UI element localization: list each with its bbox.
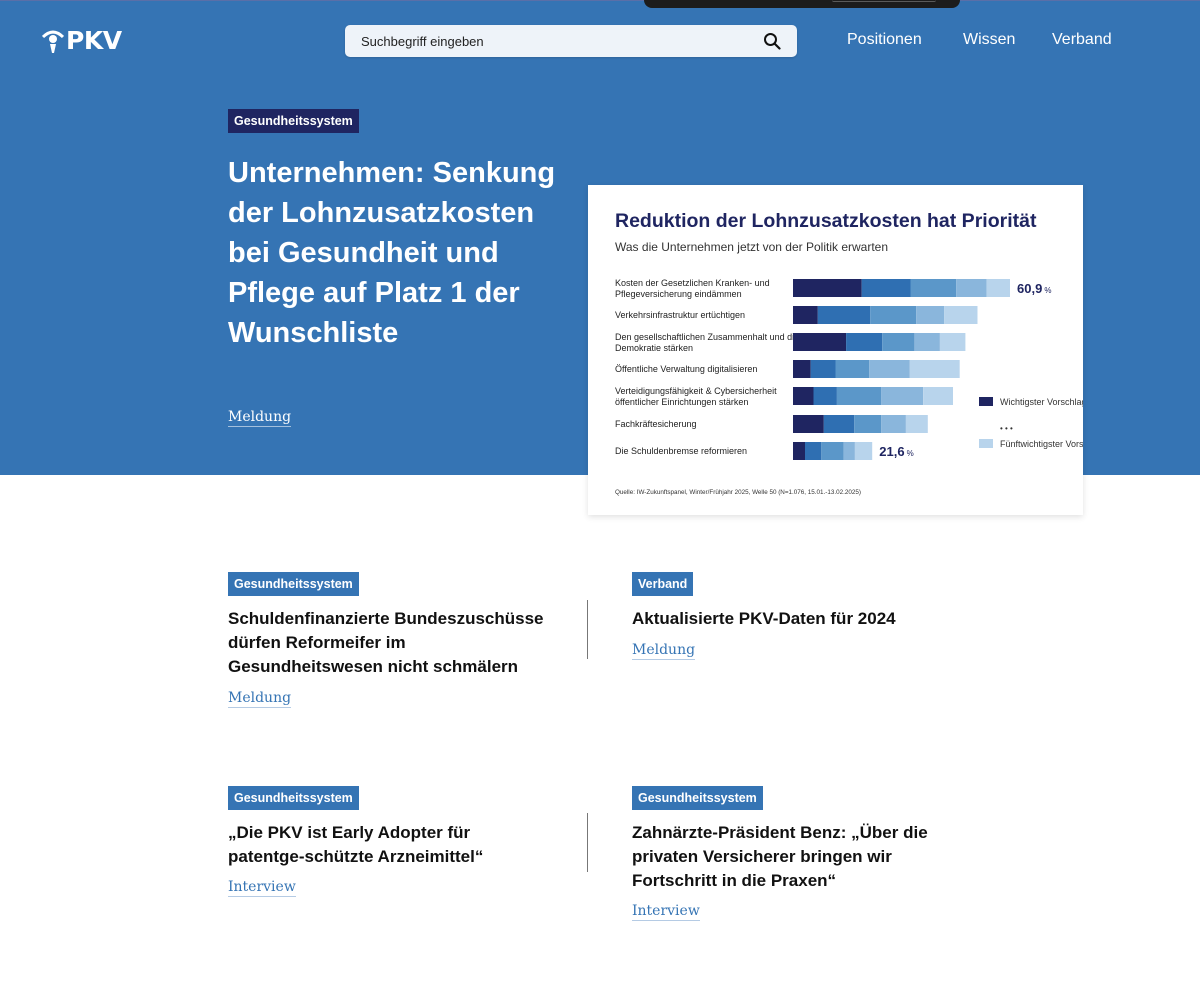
chart-image[interactable]: Reduktion der Lohnzusatzkosten hat Prior… bbox=[588, 185, 1083, 515]
card-2-title[interactable]: Aktualisierte PKV-Daten für 2024 bbox=[632, 607, 952, 631]
top-border bbox=[0, 0, 1200, 1]
browser-overlay-tab bbox=[644, 0, 960, 8]
chart-bar-segment bbox=[810, 360, 836, 378]
legend-ellipsis: • • • bbox=[1000, 424, 1013, 433]
chart-category-label: Öffentliche Verwaltung digitalisieren bbox=[615, 364, 757, 374]
card-2-link[interactable]: Meldung bbox=[632, 642, 696, 660]
nav-item-positionen[interactable]: Positionen bbox=[847, 31, 922, 49]
chart-value-label: 60,9% bbox=[1017, 281, 1051, 296]
chart-bar-segment bbox=[956, 279, 987, 297]
search-input[interactable]: Suchbegriff eingeben bbox=[361, 34, 763, 49]
chart-bar-segment bbox=[793, 387, 814, 405]
chart-category-label: Kosten der Gesetzlichen Kranken- und Pfle… bbox=[615, 278, 770, 299]
chart-bar-segment bbox=[823, 415, 855, 433]
chart-bar-segment bbox=[944, 306, 978, 324]
legend-label-top: Wichtigster Vorschlag bbox=[1000, 397, 1083, 407]
chart-svg: Reduktion der Lohnzusatzkosten hat Prior… bbox=[615, 210, 1083, 496]
chart-bar-segment bbox=[793, 415, 824, 433]
card-divider bbox=[587, 600, 588, 659]
card-3-badge[interactable]: Gesundheitssystem bbox=[228, 786, 359, 810]
card-1-link[interactable]: Meldung bbox=[228, 690, 292, 708]
chart-bar-segment bbox=[813, 387, 837, 405]
nav-item-verband[interactable]: Verband bbox=[1052, 31, 1112, 49]
chart-bar-segment bbox=[846, 333, 883, 351]
chart-bar-segment bbox=[793, 306, 818, 324]
card-4-badge[interactable]: Gesundheitssystem bbox=[632, 786, 763, 810]
chart-bar-segment bbox=[986, 279, 1010, 297]
card-3-title[interactable]: „Die PKV ist Early Adopter für patentge-… bbox=[228, 821, 548, 869]
chart-category-label: Die Schuldenbremse reformieren bbox=[615, 446, 747, 456]
card-4-title[interactable]: Zahnärzte-Präsident Benz: „Über die priv… bbox=[632, 821, 952, 893]
search-icon[interactable] bbox=[763, 32, 781, 50]
chart-bar-segment bbox=[793, 442, 805, 460]
card-3-link[interactable]: Interview bbox=[228, 879, 296, 897]
nav-item-wissen[interactable]: Wissen bbox=[963, 31, 1015, 49]
chart-subtitle: Was die Unternehmen jetzt von der Politi… bbox=[615, 240, 888, 254]
legend-label-bottom: Fünftwichtigster Vorschlag bbox=[1000, 439, 1083, 449]
hero-type-link[interactable]: Meldung bbox=[228, 409, 292, 427]
chart-bar-segment bbox=[939, 333, 966, 351]
chart-bar-segment bbox=[817, 306, 871, 324]
chart-value-label: 21,6% bbox=[879, 444, 913, 459]
chart-category-label: Verteidigungsfähigkeit & Cybersicherheit… bbox=[615, 386, 777, 407]
chart-bar-segment bbox=[905, 415, 928, 433]
chart-bar-segment bbox=[881, 387, 924, 405]
chart-category-label: Fachkräftesicherung bbox=[615, 419, 697, 429]
chart-bar-segment bbox=[821, 442, 844, 460]
chart-category-label: Den gesellschaftlichen Zusammenhalt und … bbox=[615, 332, 799, 353]
card-1-badge[interactable]: Gesundheitssystem bbox=[228, 572, 359, 596]
chart-bar-segment bbox=[914, 333, 940, 351]
chart-bar-segment bbox=[835, 360, 870, 378]
chart-bar-segment bbox=[793, 279, 862, 297]
chart-bar-segment bbox=[805, 442, 822, 460]
pkv-logo-icon bbox=[42, 30, 64, 53]
chart-bar-segment bbox=[909, 360, 960, 378]
chart-bar-segment bbox=[870, 306, 917, 324]
card-1-title[interactable]: Schuldenfinanzierte Bundeszuschüsse dürf… bbox=[228, 607, 548, 679]
chart-bar-segment bbox=[861, 279, 911, 297]
hero-title[interactable]: Unternehmen: Senkung der Lohnzusatzkoste… bbox=[228, 153, 558, 353]
chart-bar-segment bbox=[793, 333, 847, 351]
chart-source: Quelle: IW-Zukunftspanel, Winter/Frühjah… bbox=[615, 489, 861, 496]
chart-category-label: Verkehrsinfrastruktur ertüchtigen bbox=[615, 310, 745, 320]
card-2-badge[interactable]: Verband bbox=[632, 572, 694, 596]
chart-bar-segment bbox=[793, 360, 811, 378]
search-bar[interactable]: Suchbegriff eingeben bbox=[345, 25, 797, 57]
chart-bar-segment bbox=[910, 279, 957, 297]
pkv-logo[interactable]: PKV bbox=[42, 27, 122, 55]
card-4-link[interactable]: Interview bbox=[632, 903, 700, 921]
chart-title: Reduktion der Lohnzusatzkosten hat Prior… bbox=[615, 210, 1037, 232]
chart-bar-segment bbox=[843, 442, 855, 460]
chart-bar-segment bbox=[854, 415, 882, 433]
card-divider bbox=[587, 813, 588, 872]
chart-bar-segment bbox=[882, 333, 915, 351]
hero-category-badge[interactable]: Gesundheitssystem bbox=[228, 109, 359, 133]
chart-bar-segment bbox=[854, 442, 873, 460]
chart-bar-segment bbox=[916, 306, 945, 324]
legend-swatch-bottom bbox=[979, 439, 993, 448]
chart-bar-segment bbox=[869, 360, 910, 378]
chart-bar-segment bbox=[923, 387, 953, 405]
chart-bar-segment bbox=[836, 387, 882, 405]
logo-text: PKV bbox=[66, 26, 122, 55]
legend-swatch-top bbox=[979, 397, 993, 406]
chart-bar-segment bbox=[881, 415, 906, 433]
